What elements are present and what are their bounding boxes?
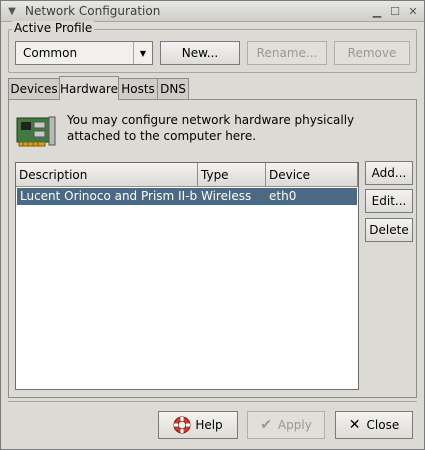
x-icon: ✕ <box>348 417 361 433</box>
tab-hardware[interactable]: Hardware <box>59 76 119 100</box>
delete-hardware-button[interactable]: Delete <box>365 218 413 242</box>
apply-button-label: Apply <box>277 418 312 432</box>
lifebuoy-icon <box>173 416 191 434</box>
network-card-icon <box>16 116 56 147</box>
chevron-down-icon[interactable]: ▼ <box>133 42 152 64</box>
title-bar[interactable]: ▼ Network Configuration ▁ ☐ ✕ <box>1 1 424 22</box>
edit-hardware-button[interactable]: Edit... <box>365 189 413 213</box>
tab-hosts[interactable]: Hosts <box>118 78 158 99</box>
separator <box>8 401 417 402</box>
network-configuration-window: ▼ Network Configuration ▁ ☐ ✕ Active Pro… <box>0 0 425 450</box>
close-button-label: Close <box>366 418 400 432</box>
hardware-info-text: You may configure network hardware physi… <box>67 113 355 143</box>
active-profile-label: Active Profile <box>12 21 95 35</box>
window-title: Network Configuration <box>25 4 161 18</box>
tab-dns[interactable]: DNS <box>157 78 189 99</box>
close-icon[interactable]: ✕ <box>406 4 420 18</box>
tab-devices[interactable]: Devices <box>8 78 60 99</box>
column-header-device[interactable]: Device <box>266 163 358 187</box>
cell-type: Wireless <box>201 189 252 203</box>
column-header-type[interactable]: Type <box>198 163 266 187</box>
table-row[interactable]: Lucent Orinoco and Prism II-bas Wireless… <box>17 188 357 205</box>
apply-button[interactable]: ✔ Apply <box>247 411 325 439</box>
maximize-icon[interactable]: ☐ <box>388 4 402 18</box>
checkmark-icon: ✔ <box>260 417 272 433</box>
rename-profile-button[interactable]: Rename... <box>247 41 327 65</box>
close-button[interactable]: ✕ Close <box>335 411 413 439</box>
column-header-description[interactable]: Description <box>16 163 198 187</box>
help-button[interactable]: Help <box>158 411 238 439</box>
chevron-down-icon[interactable]: ▼ <box>5 4 19 18</box>
cell-device: eth0 <box>269 189 297 203</box>
profile-combo[interactable]: Common ▼ <box>15 41 153 65</box>
profile-combo-value: Common <box>23 46 78 60</box>
new-profile-button[interactable]: New... <box>160 41 240 65</box>
minimize-icon[interactable]: ▁ <box>370 4 384 18</box>
remove-profile-button[interactable]: Remove <box>334 41 410 65</box>
cell-description: Lucent Orinoco and Prism II-bas <box>20 189 198 203</box>
add-hardware-button[interactable]: Add... <box>365 161 413 185</box>
hardware-list[interactable]: Description Type Device Lucent Orinoco a… <box>15 162 359 390</box>
help-button-label: Help <box>195 418 223 432</box>
